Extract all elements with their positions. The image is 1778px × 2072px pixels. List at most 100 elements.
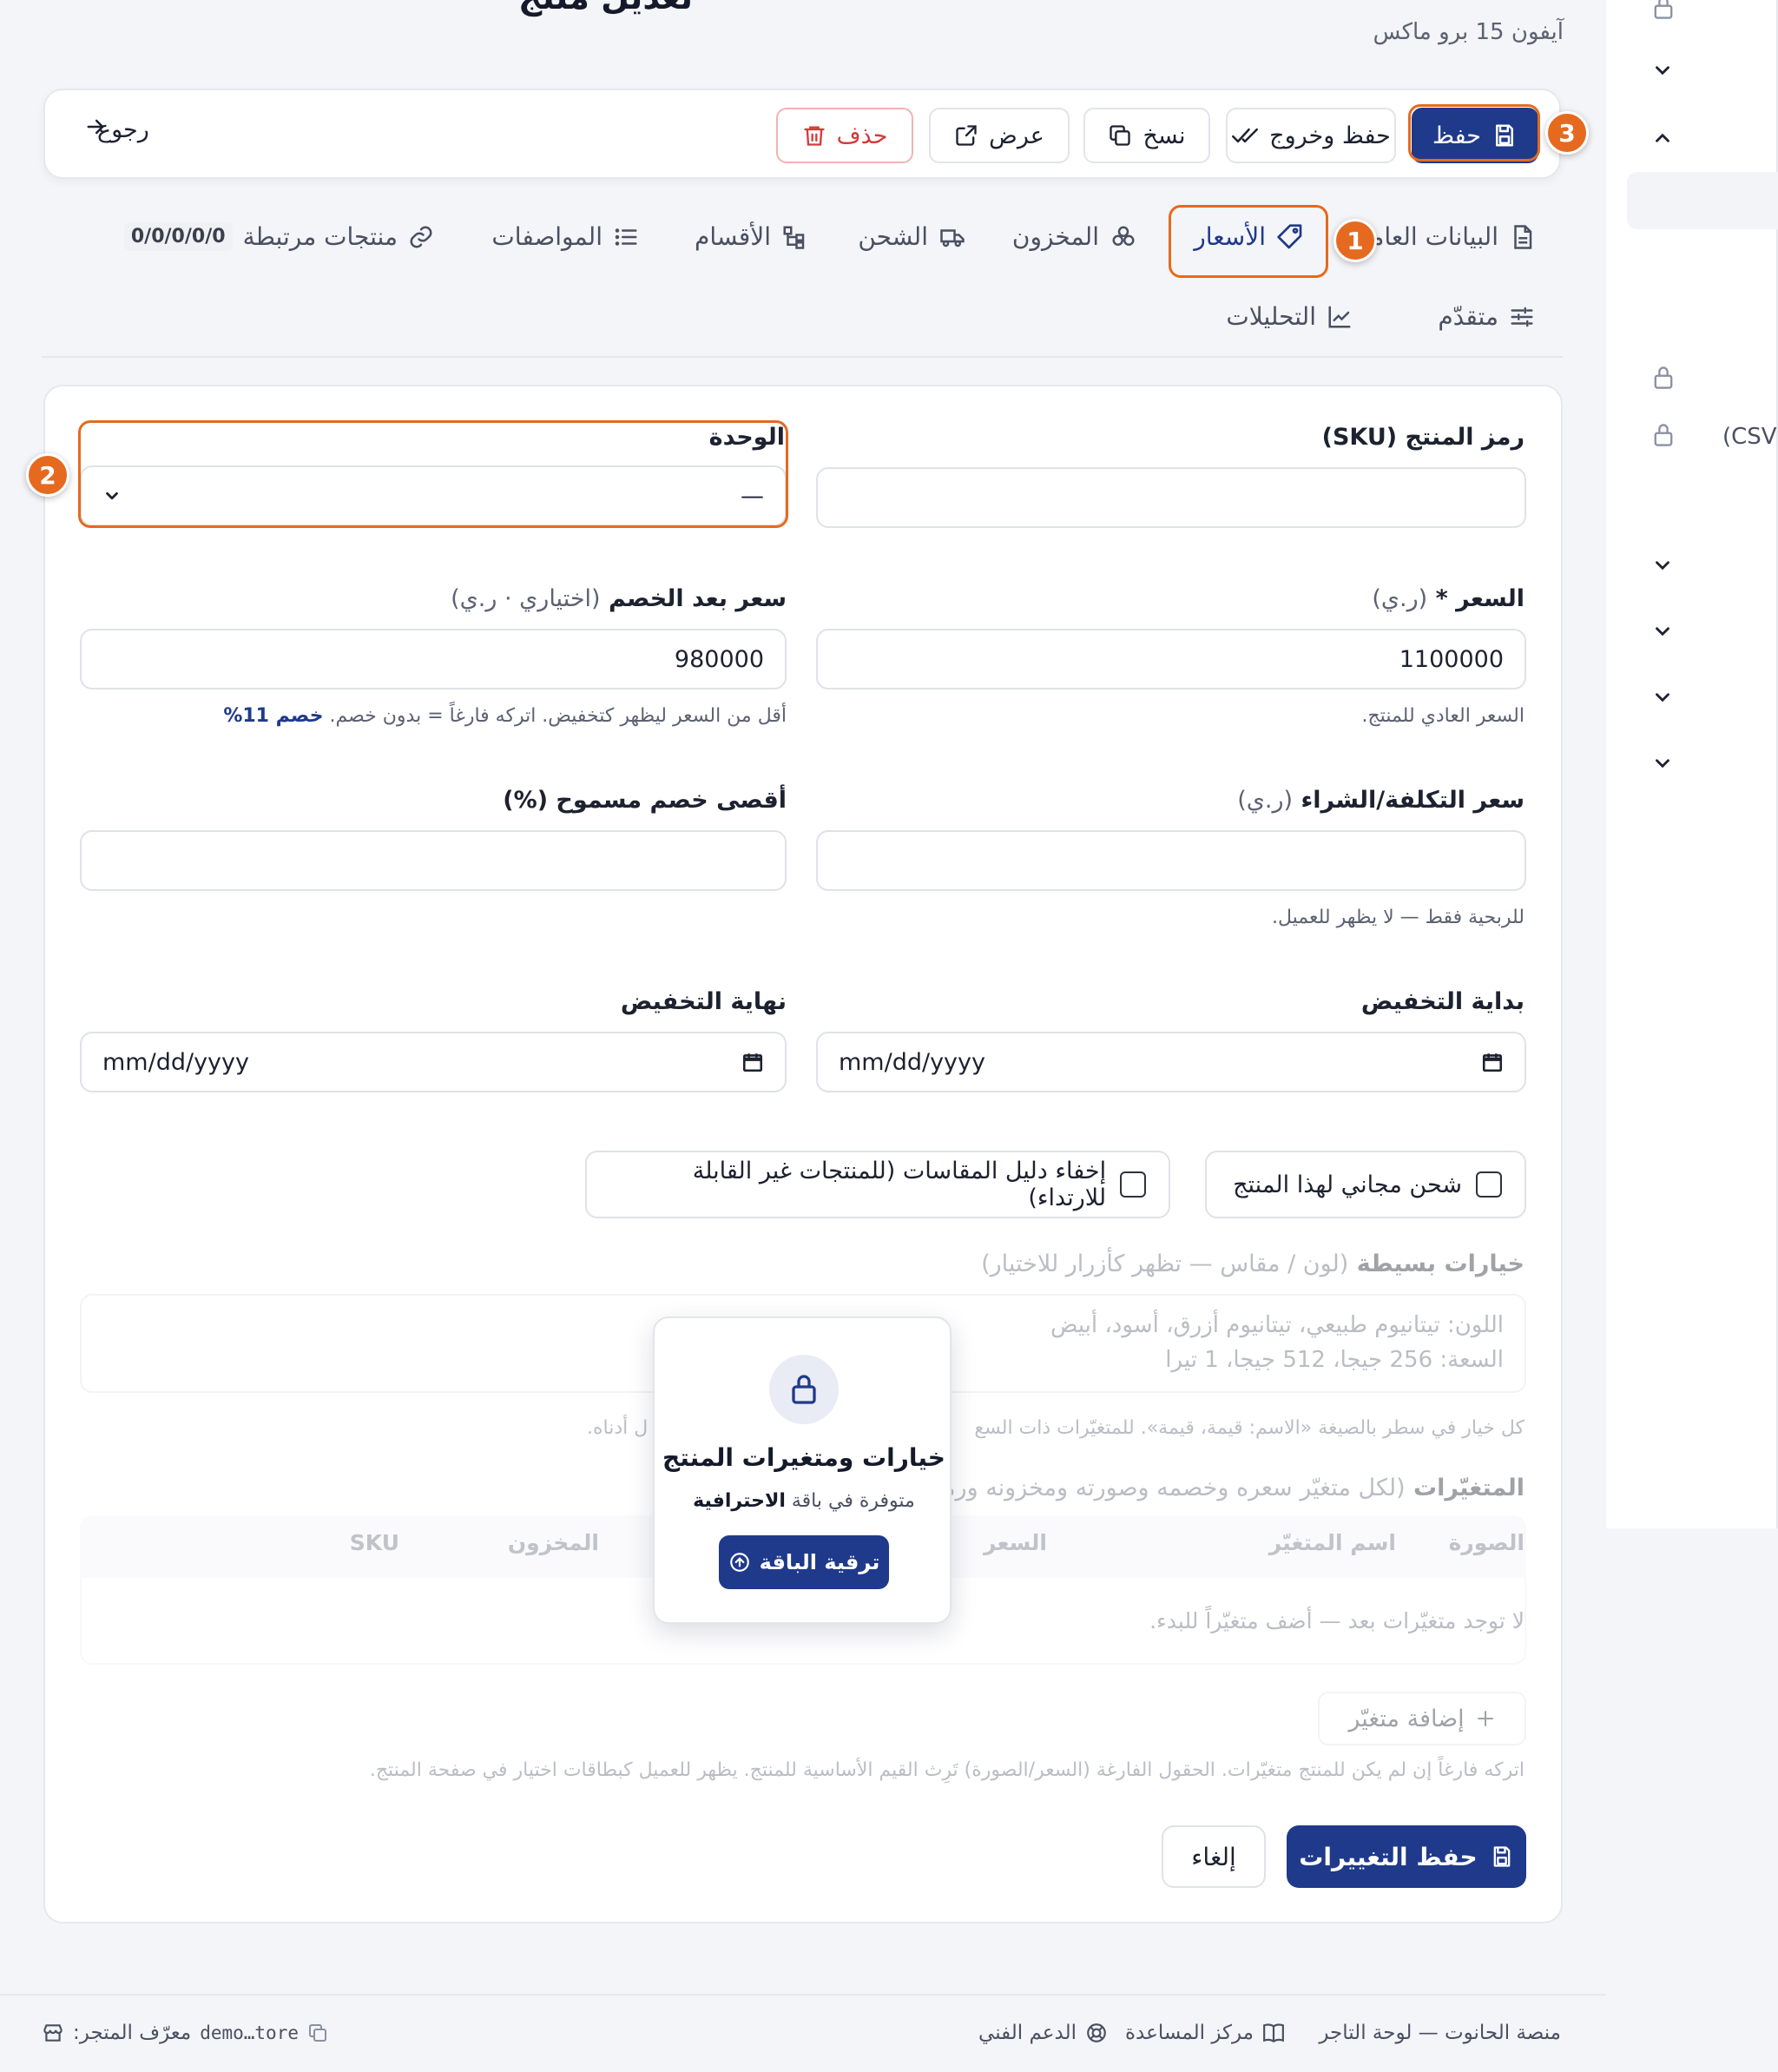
step-badge-2: 2 bbox=[26, 453, 69, 497]
lock-icon bbox=[1651, 422, 1676, 448]
related-count-pill: 0/0/0/0/0 bbox=[123, 222, 233, 251]
chevron-down-icon[interactable] bbox=[1651, 59, 1674, 82]
sidebar-active-item[interactable] bbox=[1627, 172, 1778, 229]
footer-platform: منصة الحانوت — لوحة التاجر bbox=[1319, 2022, 1561, 2044]
calendar-icon[interactable] bbox=[1481, 1051, 1504, 1073]
sale-price-hint: أقل من السعر ليظهر كتخفيض. اتركه فارغاً … bbox=[223, 705, 787, 727]
price-input[interactable]: 1100000 bbox=[816, 629, 1526, 690]
tab-advanced[interactable]: متقدّم bbox=[1438, 302, 1535, 331]
sliders-icon bbox=[1509, 304, 1535, 330]
save-button[interactable]: حفظ bbox=[1412, 108, 1538, 163]
external-link-icon bbox=[954, 123, 978, 148]
th-variant-name: اسم المتغيّر bbox=[1268, 1530, 1396, 1555]
tab-analytics[interactable]: التحليلات bbox=[1226, 302, 1353, 331]
checkbox-box[interactable] bbox=[1476, 1171, 1502, 1198]
footer-support-link[interactable]: الدعم الفني bbox=[978, 2022, 1108, 2044]
double-check-icon bbox=[1231, 123, 1259, 148]
action-toolbar: حفظ حفظ وخروج نسخ عرض حذف رجوع bbox=[43, 89, 1561, 179]
page-subtitle: آيفون 15 برو ماكس bbox=[1373, 19, 1564, 45]
tabs-divider bbox=[42, 356, 1563, 358]
chevron-down-icon bbox=[102, 486, 122, 505]
cost-input[interactable] bbox=[816, 830, 1526, 891]
footer-help-link[interactable]: مركز المساعدة bbox=[1125, 2022, 1285, 2044]
unit-select[interactable]: — bbox=[80, 465, 787, 526]
tab-inventory[interactable]: المخزون bbox=[1012, 222, 1137, 251]
save-icon bbox=[1492, 122, 1518, 148]
document-icon bbox=[1509, 224, 1535, 250]
chevron-down-icon[interactable] bbox=[1651, 686, 1674, 709]
add-variant-button: إضافة متغيّر bbox=[1318, 1692, 1526, 1745]
tab-shipping[interactable]: الشحن bbox=[858, 222, 966, 251]
tab-categories[interactable]: الأقسام bbox=[695, 222, 807, 251]
variants-empty-state: لا توجد متغيّرات بعد — أضف متغيّراً للبد… bbox=[1149, 1608, 1524, 1633]
list-icon bbox=[613, 224, 639, 250]
sku-input[interactable] bbox=[816, 467, 1526, 528]
view-button[interactable]: عرض bbox=[929, 108, 1070, 163]
th-price: السعر bbox=[983, 1530, 1047, 1555]
chevron-down-icon[interactable] bbox=[1651, 554, 1674, 577]
th-image: الصورة bbox=[1448, 1530, 1524, 1555]
price-label: السعر * (ر.ي) bbox=[1372, 585, 1524, 612]
delete-button[interactable]: حذف bbox=[776, 108, 913, 163]
chevron-down-icon[interactable] bbox=[1651, 620, 1674, 643]
save-icon bbox=[1490, 1844, 1514, 1869]
sku-label: رمز المنتج (SKU) bbox=[1321, 424, 1524, 451]
variants-hint: اتركه فارغاً إن لم يكن للمنتج متغيّرات. … bbox=[369, 1759, 1524, 1781]
free-shipping-checkbox[interactable]: شحن مجاني لهذا المنتج bbox=[1205, 1151, 1526, 1218]
back-button[interactable] bbox=[83, 115, 108, 139]
simple-options-hint: كل خيار في سطر بالصيغة «الاسم: قيمة، قيم… bbox=[974, 1417, 1524, 1439]
discount-end-input[interactable]: mm/dd/yyyy bbox=[80, 1032, 787, 1092]
sale-price-label: سعر بعد الخصم (اختياري · ر.ي) bbox=[451, 585, 787, 612]
discount-start-label: بداية التخفيض bbox=[1360, 988, 1524, 1015]
truck-icon bbox=[938, 224, 966, 250]
cost-label: سعر التكلفة/الشراء (ر.ي) bbox=[1237, 787, 1524, 814]
sidebar-csv-label[interactable]: (CSV) bbox=[1722, 424, 1778, 450]
calendar-icon[interactable] bbox=[741, 1051, 764, 1073]
step-badge-3: 3 bbox=[1545, 111, 1589, 155]
th-stock: المخزون bbox=[507, 1530, 599, 1555]
tab-general[interactable]: البيانات العامة bbox=[1358, 222, 1535, 251]
variants-label: المتغيّرات (لكل متغيّر سعره وخصمه وصورته… bbox=[930, 1475, 1524, 1501]
copy-button[interactable]: نسخ bbox=[1083, 108, 1210, 163]
save-exit-button[interactable]: حفظ وخروج bbox=[1226, 108, 1396, 163]
chart-icon bbox=[1327, 304, 1353, 330]
chevron-up-icon[interactable] bbox=[1651, 127, 1674, 149]
max-discount-input[interactable] bbox=[80, 830, 787, 891]
tag-icon bbox=[1276, 223, 1304, 251]
sale-price-input[interactable]: 980000 bbox=[80, 629, 787, 690]
right-sidebar: (CSV) bbox=[1606, 0, 1778, 1528]
tab-specs[interactable]: المواصفات bbox=[491, 222, 639, 251]
lock-icon bbox=[769, 1355, 839, 1424]
simple-options-label: خيارات بسيطة (لون / مقاس — تظهر كأزرار ل… bbox=[981, 1250, 1524, 1277]
boxes-icon bbox=[1110, 224, 1137, 250]
footer-store-id: demo…tore معرّف المتجر: bbox=[42, 2022, 328, 2044]
max-discount-label: أقصى خصم مسموح (%) bbox=[503, 787, 787, 814]
save-changes-button[interactable]: حفظ التغييرات bbox=[1287, 1825, 1526, 1888]
step-badge-1: 1 bbox=[1334, 219, 1377, 262]
discount-end-label: نهاية التخفيض bbox=[620, 988, 787, 1015]
copy-icon bbox=[1108, 123, 1132, 148]
copy-icon[interactable] bbox=[307, 2023, 328, 2043]
discount-percent: خصم 11% bbox=[223, 705, 324, 727]
store-icon bbox=[42, 2022, 64, 2044]
chevron-down-icon[interactable] bbox=[1651, 752, 1674, 775]
book-icon bbox=[1262, 2023, 1285, 2043]
cancel-button[interactable]: إلغاء bbox=[1162, 1825, 1266, 1888]
page-title: تعديل منتج bbox=[346, 0, 693, 14]
upgrade-lock-popup: خيارات ومتغيرات المنتج متوفرة في باقة ال… bbox=[653, 1316, 952, 1624]
upgrade-plan-button[interactable]: ترقية الباقة bbox=[719, 1535, 889, 1589]
checkbox-box[interactable] bbox=[1120, 1171, 1146, 1198]
hide-size-guide-checkbox[interactable]: إخفاء دليل المقاسات (للمنتجات غير القابل… bbox=[585, 1151, 1170, 1218]
popup-title: خيارات ومتغيرات المنتج bbox=[662, 1443, 945, 1472]
cost-hint: للربحية فقط — لا يظهر للعميل. bbox=[1272, 907, 1524, 928]
unit-label: الوحدة bbox=[708, 424, 785, 451]
popup-subtitle: متوفرة في باقة الاحترافية bbox=[693, 1490, 915, 1512]
price-hint: السعر العادي للمنتج. bbox=[1361, 705, 1524, 727]
discount-start-input[interactable]: mm/dd/yyyy bbox=[816, 1032, 1526, 1092]
lifebuoy-icon bbox=[1085, 2022, 1108, 2044]
tab-prices[interactable]: الأسعار bbox=[1194, 222, 1304, 251]
th-sku: SKU bbox=[349, 1530, 399, 1555]
tab-related-products[interactable]: منتجات مرتبطة 0/0/0/0/0 bbox=[123, 222, 434, 251]
link-icon bbox=[408, 224, 434, 250]
lock-icon bbox=[1651, 365, 1676, 391]
